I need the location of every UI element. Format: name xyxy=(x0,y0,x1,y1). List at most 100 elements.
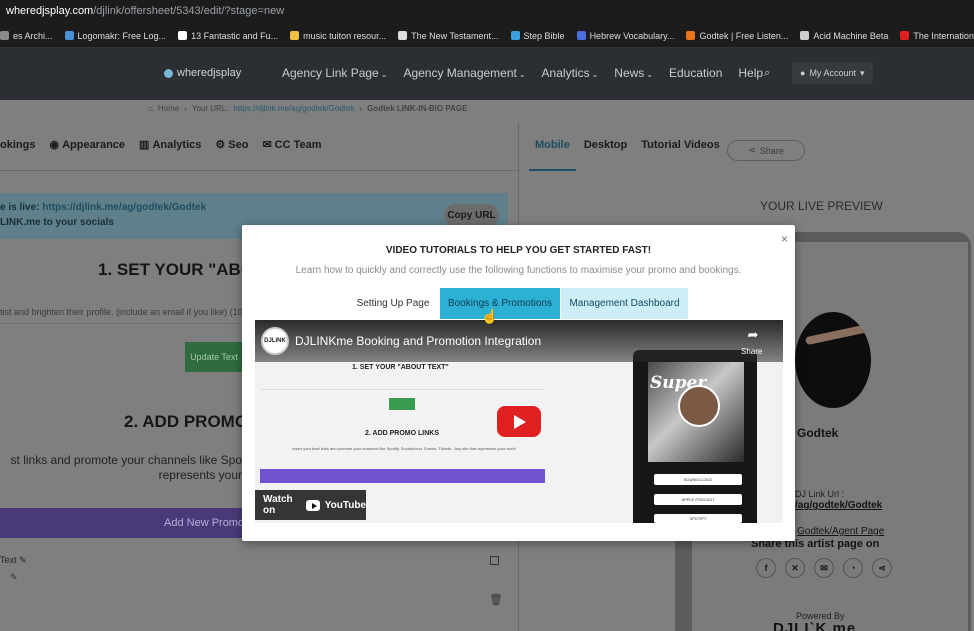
tab-seo[interactable]: ⚙ Seo xyxy=(215,138,248,152)
live-prefix: e is live: xyxy=(0,202,40,213)
preview-tabs: Mobile Desktop Tutorial Videos xyxy=(535,139,720,151)
tab-bookings-promotions[interactable]: Bookings & Promotions xyxy=(440,288,560,319)
promo-description: st links and promote your channels like … xyxy=(10,453,242,482)
djlink-logo: DJLI`K.me xyxy=(773,620,857,631)
channel-avatar[interactable]: DJLINK xyxy=(261,327,289,355)
pencil-icon[interactable]: ✎ xyxy=(10,572,18,583)
pencil-icon[interactable]: ✎ xyxy=(19,555,27,565)
nav-item-agency-link-page[interactable]: Agency Link Page ⌄ xyxy=(282,66,387,80)
update-text-button[interactable]: Update Text xyxy=(185,342,243,372)
close-icon[interactable]: × xyxy=(781,232,788,246)
video-title[interactable]: DJLINKme Booking and Promotion Integrati… xyxy=(295,334,541,348)
agent-page-link[interactable]: Godtek/Agent Page xyxy=(797,526,884,537)
chevron-down-icon: ⌄ xyxy=(518,70,526,79)
tab-setting-up-page[interactable]: Setting Up Page xyxy=(348,288,438,319)
my-account-button[interactable]: ● My Account ▾ xyxy=(792,62,873,84)
nav-item-help[interactable]: Help xyxy=(738,66,763,80)
tab-tutorial-videos[interactable]: Tutorial Videos xyxy=(641,139,719,151)
text-row: Text ✎ xyxy=(0,555,27,566)
site-logo[interactable]: wheredjsplay xyxy=(164,67,241,79)
tab-mobile[interactable]: Mobile xyxy=(535,139,570,151)
nav-item-label: News xyxy=(614,66,645,80)
home-icon: ⌂ xyxy=(148,104,153,113)
nav-item-news[interactable]: News ⌄ xyxy=(614,66,653,80)
search-icon[interactable]: ⌕ xyxy=(764,67,770,80)
bookmark-label: Godtek | Free Listen... xyxy=(699,30,789,41)
watch-on-youtube-button[interactable]: Watch on YouTube xyxy=(255,490,366,520)
bookmark-item[interactable]: Godtek | Free Listen... xyxy=(686,31,788,41)
nav-item-label: Agency Management xyxy=(403,66,517,80)
bookmark-favicon-icon xyxy=(576,31,586,40)
video-frame-phone-button: SOUNDCLOUD xyxy=(654,474,742,485)
tab-bookings[interactable]: okings xyxy=(0,138,35,151)
bookmark-item[interactable]: music tuiton resour... xyxy=(290,31,386,41)
share-icon[interactable]: ⋖ xyxy=(872,558,892,578)
trash-icon[interactable]: 🗑 xyxy=(489,593,503,606)
section-about-heading: 1. SET YOUR "ABO xyxy=(98,260,255,279)
tab-analytics[interactable]: ▥ Analytics xyxy=(139,138,201,152)
artist-name: Godtek xyxy=(797,426,839,440)
copy-url-button[interactable]: Copy URL xyxy=(444,204,499,226)
video-frame-desc: Insert your best links and promote your … xyxy=(292,446,516,451)
nav-item-label: Agency Link Page xyxy=(282,66,379,80)
share-arrow-icon[interactable]: ➦ xyxy=(746,327,760,343)
tab-cc-team-label: CC Team xyxy=(274,138,322,151)
user-circle-icon: ◉ xyxy=(49,139,60,151)
nav-item-label: Analytics xyxy=(541,66,590,80)
bookmark-label: es Archi... xyxy=(13,30,53,41)
nav-item-analytics[interactable]: Analytics ⌄ xyxy=(542,66,599,80)
bookmark-item[interactable]: The International H... xyxy=(900,31,974,41)
bookmark-favicon-icon xyxy=(0,31,9,40)
tab-cc-team[interactable]: ✉ CC Team xyxy=(262,138,322,152)
x-twitter-icon[interactable]: ✕ xyxy=(785,558,805,578)
bookmark-item[interactable]: 13 Fantastic and Fu... xyxy=(178,31,278,41)
nav-item-education[interactable]: Education xyxy=(669,66,722,80)
video-frame-avatar xyxy=(678,385,720,427)
tab-management-dashboard[interactable]: Management Dashboard xyxy=(561,288,688,319)
modal-subtitle: Learn how to quickly and correctly use t… xyxy=(295,265,742,276)
facebook-icon[interactable]: f xyxy=(756,558,776,578)
nav-item-agency-management[interactable]: Agency Management ⌄ xyxy=(403,66,525,80)
bookmark-label: Logomakr: Free Log... xyxy=(77,30,167,41)
video-frame-phone-button: SPOTIFY xyxy=(654,514,742,523)
youtube-logo-icon xyxy=(306,499,320,511)
tab-appearance[interactable]: ◉ Appearance xyxy=(49,138,125,152)
email-icon[interactable]: ✉ xyxy=(814,558,834,578)
breadcrumb-url-label: Your URL: xyxy=(191,104,229,113)
bookmark-item[interactable]: Logomakr: Free Log... xyxy=(64,30,167,41)
address-bar[interactable]: wheredjsplay.com/djlink/offersheet/5343/… xyxy=(0,0,974,24)
bookmark-favicon-icon xyxy=(398,31,408,40)
bookmark-item[interactable]: Hebrew Vocabulary... xyxy=(576,30,675,41)
chevron-down-icon: ⌄ xyxy=(591,70,599,79)
active-tab-indicator xyxy=(529,169,576,171)
live-link[interactable]: https://djlink.me/ag/godtek/Godtek xyxy=(42,202,206,213)
bookmark-label: Hebrew Vocabulary... xyxy=(589,30,675,41)
mouse-pointer-icon: ☝ xyxy=(481,308,499,324)
breadcrumb-home[interactable]: Home xyxy=(158,104,179,113)
modal-title: VIDEO TUTORIALS TO HELP YOU GET STARTED … xyxy=(385,245,652,256)
bookmark-item[interactable]: Acid Machine Beta xyxy=(800,31,888,41)
share-button[interactable]: ⋖ Share xyxy=(727,140,805,161)
video-frame-button xyxy=(389,398,415,410)
bookmark-item[interactable]: The New Testament... xyxy=(398,31,499,41)
tabs-divider xyxy=(0,170,518,171)
whatsapp-icon[interactable]: ◔ xyxy=(843,558,863,578)
bookmarks-bar: es Archi... Logomakr: Free Log... 13 Fanta… xyxy=(0,24,974,48)
user-icon: ● xyxy=(800,68,806,78)
editor-tabs: okings ◉ Appearance ▥ Analytics ⚙ Seo ✉ CC T… xyxy=(0,138,322,152)
tab-desktop[interactable]: Desktop xyxy=(584,139,627,151)
row-checkbox[interactable] xyxy=(490,556,499,565)
gear-icon: ⚙ xyxy=(215,139,226,151)
add-promo-button[interactable]: Add New Promo xyxy=(0,508,242,538)
bookmark-item[interactable]: es Archi... xyxy=(0,31,53,41)
url-host: wheredjsplay.com xyxy=(6,5,94,17)
tab-bookings-label: okings xyxy=(0,138,36,151)
bookmark-item[interactable]: Step Bible xyxy=(510,31,565,41)
envelope-icon: ✉ xyxy=(262,139,272,151)
bar-chart-icon: ▥ xyxy=(139,139,150,151)
bookmark-favicon-icon xyxy=(510,31,520,40)
dj-link-url[interactable]: /ag/godtek/Godtek xyxy=(795,500,882,511)
about-text-input[interactable]: tist and brighten their profile. (includ… xyxy=(0,300,242,324)
breadcrumb-url[interactable]: https://djlink.me/ag/godtek/Godtek xyxy=(233,104,354,113)
youtube-play-icon[interactable] xyxy=(497,406,541,437)
